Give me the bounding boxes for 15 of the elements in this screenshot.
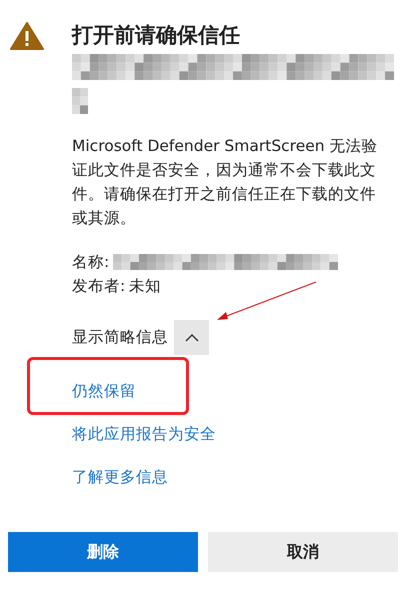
link[interactable]: 将此应用报告为安全	[72, 424, 216, 445]
cancel-button[interactable]: 取消	[208, 532, 398, 572]
link[interactable]: 了解更多信息	[72, 467, 168, 488]
details-toggle-label: 显示简略信息	[72, 327, 168, 348]
publisher-label: 发布者:	[72, 276, 126, 297]
link[interactable]: 仍然保留	[72, 381, 136, 402]
warning-message: Microsoft Defender SmartScreen 无法验证此文件是否安全，因为通常不会下载此文件。请确保在打开之前信任正在下载的文件或其源。	[72, 136, 379, 229]
chevron-icon	[184, 334, 198, 342]
name-label: 名称:	[72, 252, 110, 273]
warning-icon	[10, 22, 44, 50]
publisher-value: 未知	[129, 276, 162, 297]
dialog-title: 打开前请确保信任	[72, 22, 240, 49]
blurred-text	[72, 88, 88, 114]
collapse-button[interactable]	[174, 320, 209, 355]
delete-button[interactable]: 删除	[8, 532, 198, 572]
